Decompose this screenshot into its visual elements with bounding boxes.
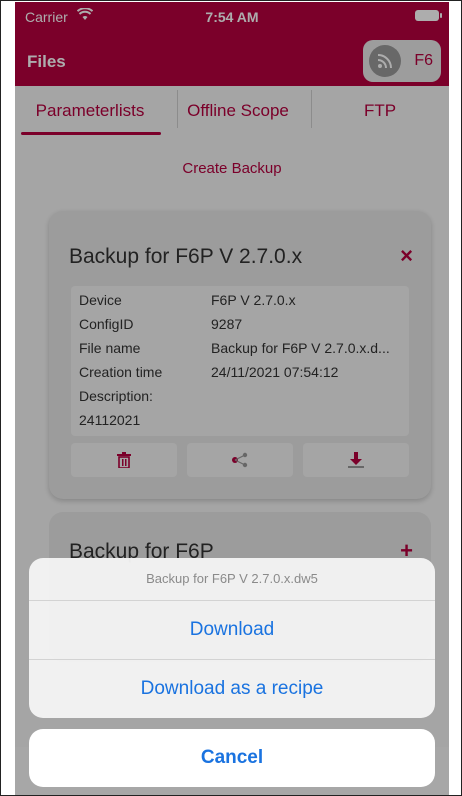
action-sheet: Backup for F6P V 2.7.0.x.dw5 Download Do… [29, 558, 435, 718]
device-frame: Carrier 7:54 AM Files F6 Parameterlists … [0, 0, 462, 796]
action-sheet-title: Backup for F6P V 2.7.0.x.dw5 [146, 571, 318, 586]
download-as-recipe-option[interactable]: Download as a recipe [29, 660, 435, 718]
cancel-button[interactable]: Cancel [29, 729, 435, 787]
download-option[interactable]: Download [29, 601, 435, 659]
app-screen: Carrier 7:54 AM Files F6 Parameterlists … [15, 2, 449, 795]
